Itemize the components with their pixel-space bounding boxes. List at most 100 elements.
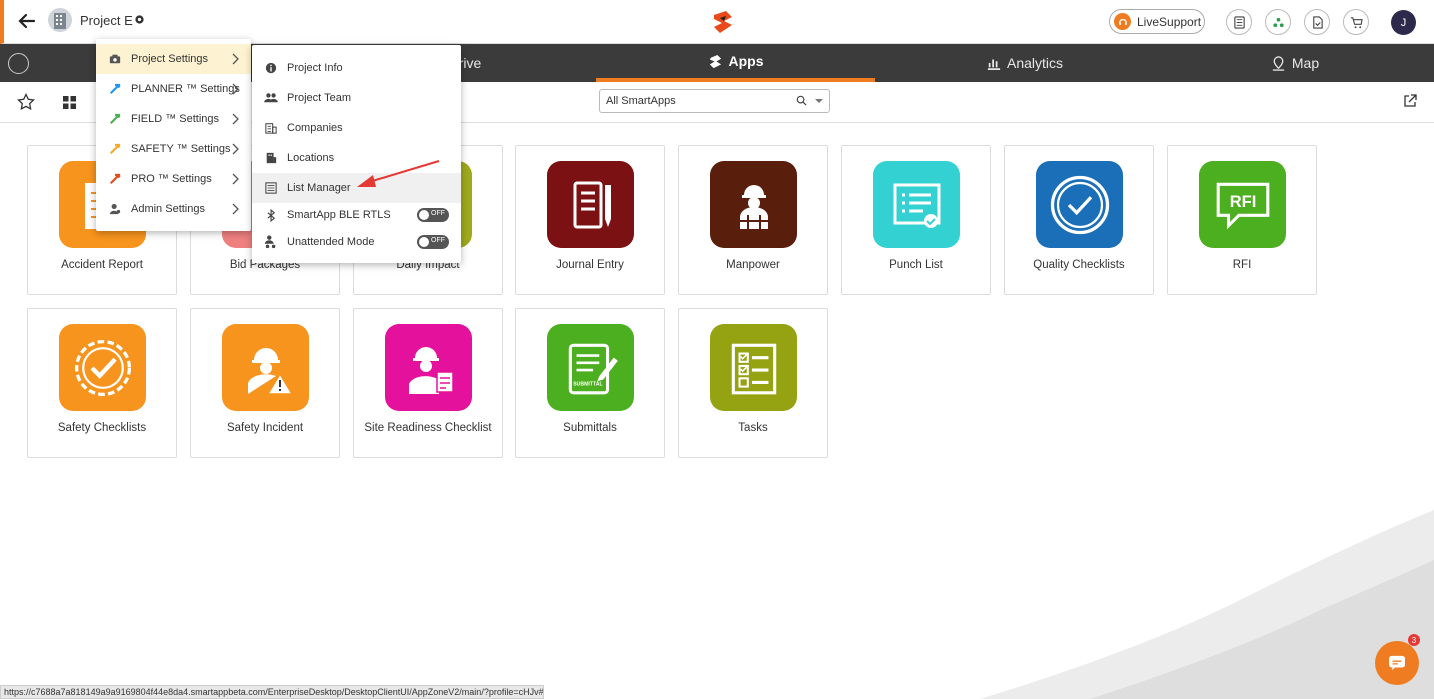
chevron-right-icon <box>232 173 239 185</box>
annotation-arrow <box>357 160 440 187</box>
menu-item-planner-settings[interactable]: PLANNER ™ Settings <box>96 74 251 104</box>
tab-analytics[interactable]: Analytics <box>940 44 1110 82</box>
menu-item-unattended-mode[interactable]: Unattended Mode OFF <box>252 227 461 257</box>
hammer-icon <box>108 142 122 156</box>
menu-item-label: PLANNER ™ Settings <box>131 83 240 95</box>
menu-item-label: Project Team <box>287 92 351 104</box>
tab-analytics-label: Analytics <box>1006 55 1064 71</box>
app-tile-label: Submittals <box>563 422 617 434</box>
rfi-badge-text: RFI <box>1229 192 1256 211</box>
notes-button[interactable] <box>1226 9 1252 35</box>
app-window: Project E LiveSupport J rive Apps Analyt… <box>0 0 1434 699</box>
team-icon <box>264 91 278 105</box>
status-url-bar: https://c7688a7a818149a9a9169804f44e8da4… <box>0 685 544 699</box>
menu-item-label: FIELD ™ Settings <box>131 113 220 125</box>
star-icon[interactable] <box>17 93 35 111</box>
decorative-texture <box>980 510 1434 699</box>
app-tile-label: Site Readiness Checklist <box>364 422 492 434</box>
smartapps-filter-select[interactable]: All SmartApps <box>599 89 830 113</box>
smartapp-logo <box>714 11 732 33</box>
app-tile-label: RFI <box>1232 259 1252 271</box>
bluetooth-icon <box>264 208 278 222</box>
menu-item-field-settings[interactable]: FIELD ™ Settings <box>96 104 251 134</box>
safety-badge-icon <box>59 324 146 411</box>
tab-apps-label: Apps <box>728 53 764 69</box>
app-tile-quality-checklists[interactable]: Quality Checklists <box>1004 145 1154 295</box>
chat-button[interactable] <box>1375 641 1419 685</box>
menu-item-label: Locations <box>287 152 335 164</box>
app-tile-rfi[interactable]: RFI RFI <box>1167 145 1317 295</box>
menu-item-label: SAFETY ™ Settings <box>131 143 231 155</box>
menu-item-label: Companies <box>287 122 343 134</box>
app-tile-manpower[interactable]: Manpower <box>678 145 828 295</box>
network-button[interactable] <box>1265 9 1291 35</box>
unattended-icon <box>264 235 278 249</box>
live-support-button[interactable]: LiveSupport <box>1109 9 1205 34</box>
chevron-right-icon <box>232 143 239 155</box>
hammer-icon <box>108 172 122 186</box>
user-avatar[interactable]: J <box>1391 10 1416 35</box>
menu-item-project-settings[interactable]: Project Settings <box>96 44 251 74</box>
search-icon[interactable] <box>796 95 807 106</box>
settings-menu: Project Settings PLANNER ™ Settings FIEL… <box>96 39 251 231</box>
menu-item-safety-settings[interactable]: SAFETY ™ Settings <box>96 134 251 164</box>
gear-icon[interactable] <box>134 14 145 25</box>
tab-map[interactable]: Map <box>1230 44 1360 82</box>
camera-icon <box>108 52 122 66</box>
home-icon[interactable] <box>8 53 29 74</box>
apps-logo-icon <box>709 54 721 68</box>
grid-view-icon[interactable] <box>62 95 77 110</box>
chat-icon <box>1389 655 1405 671</box>
menu-item-pro-settings[interactable]: PRO ™ Settings <box>96 164 251 194</box>
menu-item-admin-settings[interactable]: Admin Settings <box>96 194 251 224</box>
chevron-right-icon <box>232 53 239 65</box>
external-link-icon[interactable] <box>1403 94 1417 108</box>
toggle-state: OFF <box>431 237 445 244</box>
menu-item-smartapp-ble-rtls[interactable]: SmartApp BLE RTLS OFF <box>252 200 461 230</box>
live-support-label: LiveSupport <box>1137 14 1202 29</box>
building-icon <box>264 121 278 135</box>
hammer-icon <box>108 82 122 96</box>
ble-rtls-toggle[interactable]: OFF <box>417 208 449 222</box>
menu-item-project-team[interactable]: Project Team <box>252 83 461 113</box>
chat-notification-badge: 3 <box>1408 634 1420 646</box>
tab-apps[interactable]: Apps <box>596 44 875 82</box>
worker-warning-icon <box>222 324 309 411</box>
back-arrow-icon[interactable] <box>16 10 38 32</box>
app-tile-site-readiness-checklist[interactable]: Site Readiness Checklist <box>353 308 503 458</box>
bar-chart-icon <box>987 59 1001 70</box>
menu-item-label: PRO ™ Settings <box>131 173 212 185</box>
project-avatar[interactable] <box>48 8 72 32</box>
document-icon <box>1312 15 1323 29</box>
app-tile-safety-incident[interactable]: Safety Incident <box>190 308 340 458</box>
chevron-down-icon[interactable] <box>815 98 823 104</box>
project-title[interactable]: Project E <box>80 13 133 28</box>
cart-button[interactable] <box>1343 9 1369 35</box>
chevron-right-icon <box>232 83 239 95</box>
app-tile-safety-checklists[interactable]: Safety Checklists <box>27 308 177 458</box>
document-button[interactable] <box>1304 9 1330 35</box>
app-tile-submittals[interactable]: SUBMITTAL Submittals <box>515 308 665 458</box>
menu-item-companies[interactable]: Companies <box>252 113 461 143</box>
project-settings-submenu: Project Info Project Team Companies Loca… <box>252 45 461 263</box>
network-icon <box>1272 17 1284 27</box>
top-bar: Project E LiveSupport J <box>0 0 1434 44</box>
app-tile-label: Safety Checklists <box>57 422 147 434</box>
submittal-document-icon: SUBMITTAL <box>547 324 634 411</box>
menu-item-project-info[interactable]: Project Info <box>252 53 461 83</box>
app-tile-label: Tasks <box>738 422 768 434</box>
chevron-right-icon <box>232 113 239 125</box>
worker-clipboard-icon <box>385 324 472 411</box>
app-tile-punch-list[interactable]: Punch List <box>841 145 991 295</box>
unattended-mode-toggle[interactable]: OFF <box>417 235 449 249</box>
headset-icon <box>1114 13 1131 30</box>
admin-icon <box>108 202 122 216</box>
filter-value: All SmartApps <box>606 95 676 107</box>
app-tile-tasks[interactable]: Tasks <box>678 308 828 458</box>
notes-icon <box>1233 15 1245 29</box>
location-icon <box>264 151 278 165</box>
app-tile-label: Punch List <box>889 259 943 271</box>
app-tile-label: Quality Checklists <box>1033 259 1125 271</box>
menu-item-label: Project Info <box>287 62 343 74</box>
app-tile-journal-entry[interactable]: Journal Entry <box>515 145 665 295</box>
